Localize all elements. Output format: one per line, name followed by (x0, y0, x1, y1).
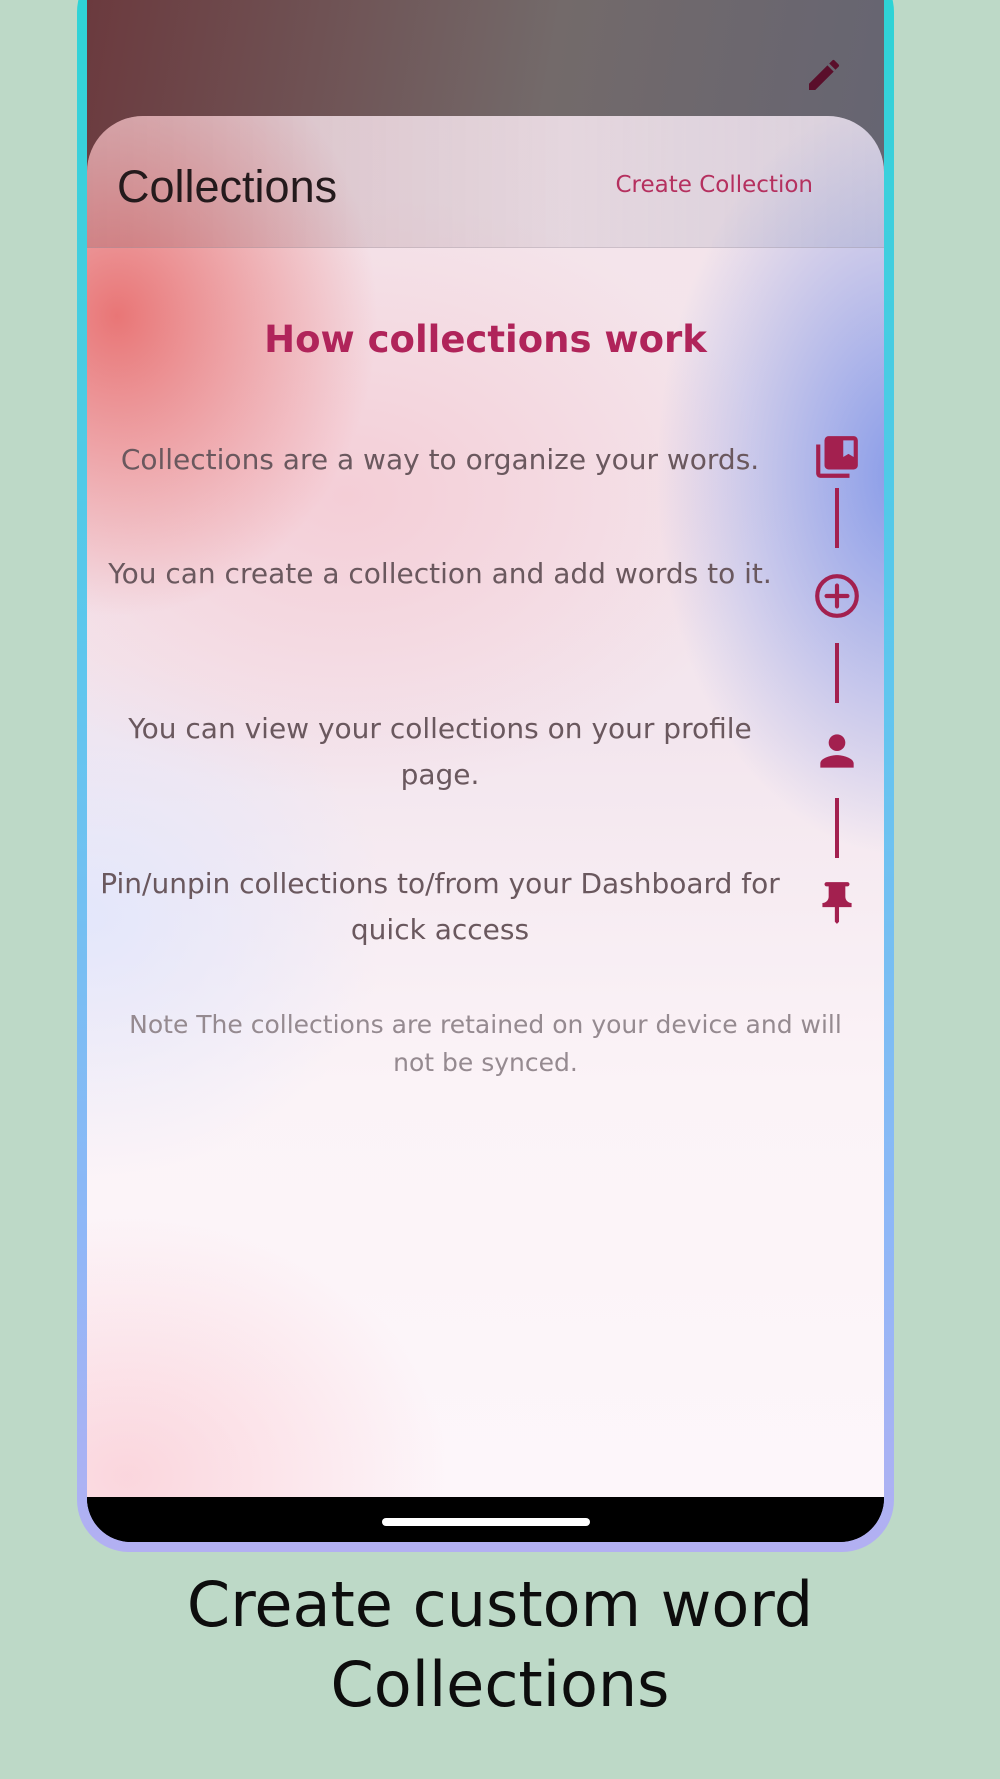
how-collections-work-heading: How collections work (264, 318, 707, 361)
sheet-title: Collections (117, 161, 338, 212)
promo-caption: Create custom word Collections (0, 1565, 1000, 1725)
info-create-text: You can create a collection and add word… (108, 557, 772, 590)
home-indicator[interactable] (382, 1518, 590, 1526)
system-navigation-bar (87, 1497, 884, 1542)
phone-frame: Collections Create Collection How collec… (77, 0, 894, 1552)
info-pin-text: Pin/unpin collections to/from your Dashb… (100, 867, 780, 946)
collections-bookmark-icon (816, 436, 858, 478)
caption-line-2: Collections (330, 1648, 670, 1721)
info-organize-text: Collections are a way to organize your w… (120, 443, 760, 476)
rail-connector (835, 798, 839, 858)
sync-note: Note The collections are retained on you… (129, 1010, 842, 1077)
info-profile-text: You can view your collections on your pr… (128, 712, 752, 791)
collections-sheet: Collections Create Collection How collec… (87, 116, 884, 1497)
create-collection-button[interactable]: Create Collection (616, 172, 814, 198)
phone-screen: Collections Create Collection How collec… (87, 0, 884, 1542)
rail-connector (835, 643, 839, 703)
edit-icon[interactable] (804, 55, 844, 95)
caption-line-1: Create custom word (186, 1568, 814, 1641)
person-icon (820, 734, 854, 768)
sheet-header: Collections Create Collection (87, 116, 884, 248)
pin-icon (822, 882, 852, 924)
rail-connector (835, 488, 839, 548)
add-circle-icon (815, 574, 859, 618)
